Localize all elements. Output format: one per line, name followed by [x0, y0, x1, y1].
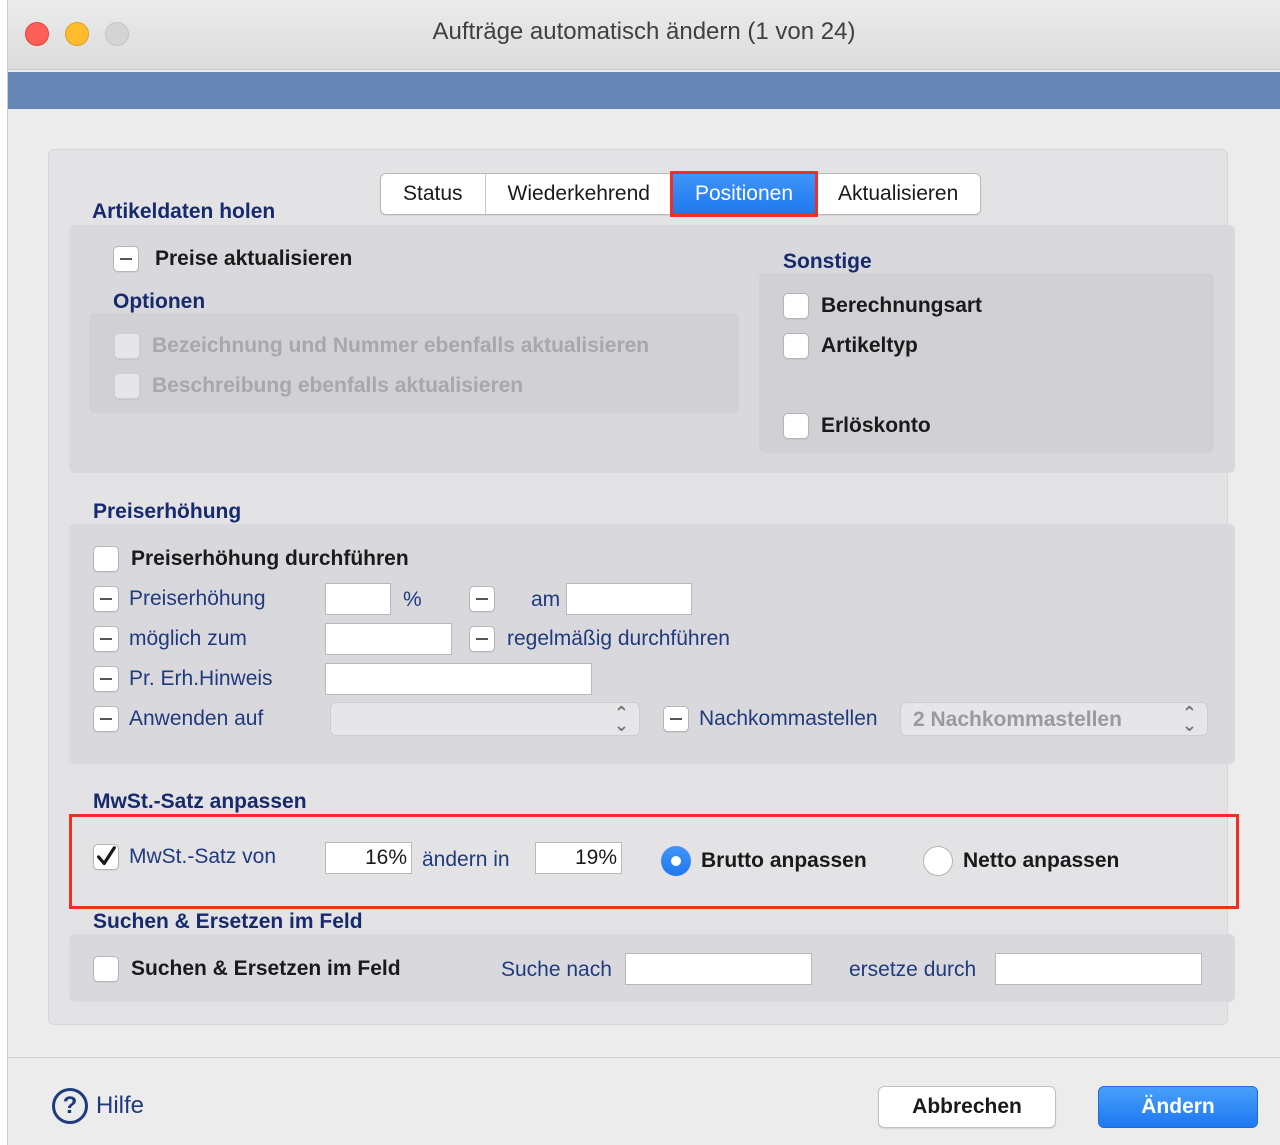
am-label: am	[531, 588, 561, 611]
help-label: Hilfe	[96, 1092, 145, 1119]
preiserhoehung-label: Preiserhöhung	[129, 587, 266, 610]
preiserhoehung-durchfuehren-checkbox[interactable]	[93, 546, 119, 572]
artikeldaten-group: Preise aktualisieren Optionen Bezeichnun…	[69, 225, 1235, 473]
nachkommastellen-label: Nachkommastellen	[699, 707, 878, 730]
am-date-input[interactable]	[566, 583, 692, 615]
regelmaessig-checkbox[interactable]	[469, 626, 495, 652]
beschreibung-label: Beschreibung ebenfalls aktualisieren	[152, 374, 524, 397]
erloeskonto-checkbox[interactable]	[783, 413, 809, 439]
select-arrows-icon: ⌃ ⌄	[613, 703, 629, 735]
bezeichnung-nummer-label: Bezeichnung und Nummer ebenfalls aktuali…	[152, 334, 650, 357]
moeglich-zum-input[interactable]	[325, 623, 452, 655]
aendern-in-label: ändern in	[422, 848, 510, 871]
tab-status[interactable]: Status	[381, 174, 486, 214]
tab-aktualisieren[interactable]: Aktualisieren	[816, 174, 980, 214]
dialog-window: Aufträge automatisch ändern (1 von 24) S…	[7, 0, 1280, 1145]
brutto-anpassen-radio[interactable]	[661, 846, 691, 876]
netto-anpassen-radio[interactable]	[923, 846, 953, 876]
suchen-ersetzen-label: Suchen & Ersetzen im Feld	[131, 957, 401, 980]
ersetze-durch-label: ersetze durch	[849, 958, 977, 981]
nachkommastellen-value: 2 Nachkommastellen	[913, 708, 1122, 731]
moeglich-zum-checkbox[interactable]	[93, 626, 119, 652]
mwst-satz-von-label: MwSt.-Satz von	[129, 845, 277, 868]
bezeichnung-nummer-checkbox	[114, 333, 140, 359]
sonstige-group: Berechnungsart Artikeltyp Erlöskonto	[759, 273, 1214, 453]
suchen-ersetzen-checkbox[interactable]	[93, 956, 119, 982]
regelmaessig-label: regelmäßig durchführen	[507, 627, 730, 650]
preise-aktualisieren-checkbox[interactable]	[113, 246, 139, 272]
preiserhoehung-checkbox[interactable]	[93, 586, 119, 612]
help-button[interactable]: ? Hilfe	[52, 1088, 144, 1124]
suche-nach-label: Suche nach	[501, 958, 612, 981]
submit-button[interactable]: Ändern	[1098, 1086, 1258, 1128]
netto-anpassen-label: Netto anpassen	[963, 849, 1120, 872]
hinweis-label: Pr. Erh.Hinweis	[129, 667, 273, 690]
mwst-in-input[interactable]: 19%	[535, 842, 622, 874]
preiserhoehung-group: Preiserhöhung durchführen Preiserhöhung …	[69, 524, 1235, 764]
beschreibung-checkbox	[114, 373, 140, 399]
select-arrows-icon: ⌃ ⌄	[1181, 703, 1197, 735]
cancel-button[interactable]: Abbrechen	[878, 1086, 1056, 1128]
header-band	[8, 72, 1280, 109]
preiserhoehung-durchfuehren-label: Preiserhöhung durchführen	[131, 547, 409, 570]
dialog-footer: ? Hilfe Abbrechen Ändern	[8, 1057, 1280, 1145]
preise-aktualisieren-label: Preise aktualisieren	[155, 247, 353, 270]
nachkommastellen-checkbox[interactable]	[663, 706, 689, 732]
suchen-group: Suchen & Ersetzen im Feld Suche nach ers…	[69, 934, 1235, 1002]
hinweis-checkbox[interactable]	[93, 666, 119, 692]
anwenden-auf-checkbox[interactable]	[93, 706, 119, 732]
optionen-title: Optionen	[113, 290, 206, 313]
tab-positionen[interactable]: Positionen	[669, 171, 819, 217]
sonstige-title: Sonstige	[783, 250, 872, 273]
tab-panel: Status Wiederkehrend Positionen Aktualis…	[48, 149, 1239, 1025]
question-mark-icon: ?	[52, 1088, 88, 1124]
mwst-title: MwSt.-Satz anpassen	[93, 790, 307, 813]
ersetze-durch-input[interactable]	[995, 953, 1202, 985]
preiserhoehung-percent-input[interactable]	[325, 583, 391, 615]
erloeskonto-label: Erlöskonto	[821, 414, 931, 437]
suche-nach-input[interactable]	[625, 953, 812, 985]
title-bar: Aufträge automatisch ändern (1 von 24)	[8, 0, 1280, 70]
preiserhoehung-title: Preiserhöhung	[93, 500, 242, 523]
mwst-von-input[interactable]: 16%	[325, 842, 412, 874]
window-title: Aufträge automatisch ändern (1 von 24)	[432, 18, 856, 45]
berechnungsart-label: Berechnungsart	[821, 294, 983, 317]
artikeltyp-label: Artikeltyp	[821, 334, 918, 357]
hinweis-input[interactable]	[325, 663, 592, 695]
brutto-anpassen-label: Brutto anpassen	[701, 849, 867, 872]
artikeldaten-title: Artikeldaten holen	[92, 200, 276, 223]
berechnungsart-checkbox[interactable]	[783, 293, 809, 319]
mwst-satz-checkbox[interactable]	[93, 844, 119, 870]
artikeltyp-checkbox[interactable]	[783, 333, 809, 359]
suchen-title: Suchen & Ersetzen im Feld	[93, 910, 363, 933]
anwenden-auf-label: Anwenden auf	[129, 707, 264, 730]
tab-bar: Status Wiederkehrend Positionen Aktualis…	[380, 171, 982, 217]
nachkommastellen-select[interactable]: 2 Nachkommastellen ⌃ ⌄	[900, 702, 1208, 736]
checkmark-icon	[97, 846, 116, 866]
anwenden-auf-select[interactable]: ⌃ ⌄	[330, 702, 640, 736]
am-checkbox[interactable]	[469, 586, 495, 612]
percent-unit-label: %	[403, 588, 422, 611]
moeglich-zum-label: möglich zum	[129, 627, 247, 650]
dialog-content: Status Wiederkehrend Positionen Aktualis…	[8, 109, 1280, 1057]
optionen-group: Bezeichnung und Nummer ebenfalls aktuali…	[89, 313, 739, 413]
tab-wiederkehrend[interactable]: Wiederkehrend	[486, 174, 673, 214]
